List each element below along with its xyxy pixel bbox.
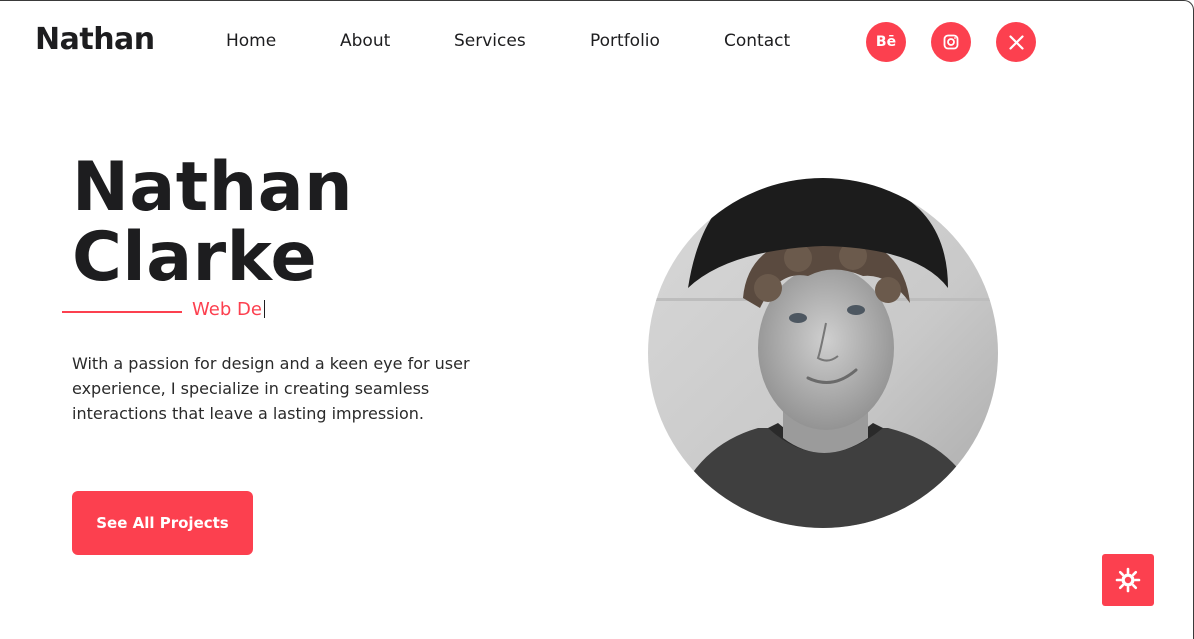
nav-home[interactable]: Home [226,31,276,51]
site-logo[interactable]: Nathan [35,22,155,57]
hero-last-name: Clarke [72,218,318,297]
portrait-photo [648,178,998,528]
see-all-projects-button[interactable]: See All Projects [72,491,253,555]
behance-icon: Bē [875,34,897,50]
role-text: Web De [192,299,262,320]
sun-gear-icon [1115,567,1141,593]
nav-about[interactable]: About [340,31,390,51]
instagram-icon [943,34,959,50]
instagram-button[interactable] [931,22,971,62]
role-typewriter: Web De [192,299,265,320]
nav-portfolio[interactable]: Portfolio [590,31,660,51]
typing-caret [263,300,265,318]
page: Nathan Home About Services Portfolio Con… [0,0,1194,639]
bio-paragraph: With a passion for design and a keen eye… [72,351,492,426]
theme-toggle-button[interactable] [1102,554,1154,606]
x-twitter-button[interactable] [996,22,1036,62]
bio-line: With a passion for design and a keen eye… [72,354,470,373]
bio-line: interactions that leave a lasting impres… [72,404,424,423]
nav-contact[interactable]: Contact [724,31,790,51]
hero-name: Nathan Clarke [72,153,353,293]
x-twitter-icon [1008,34,1024,50]
nav-services[interactable]: Services [454,31,526,51]
hero-first-name: Nathan [72,148,354,227]
role-divider [62,311,182,313]
behance-button[interactable]: Bē [866,22,906,62]
bio-line: experience, I specialize in creating sea… [72,379,430,398]
portrait-illustration [648,178,998,528]
